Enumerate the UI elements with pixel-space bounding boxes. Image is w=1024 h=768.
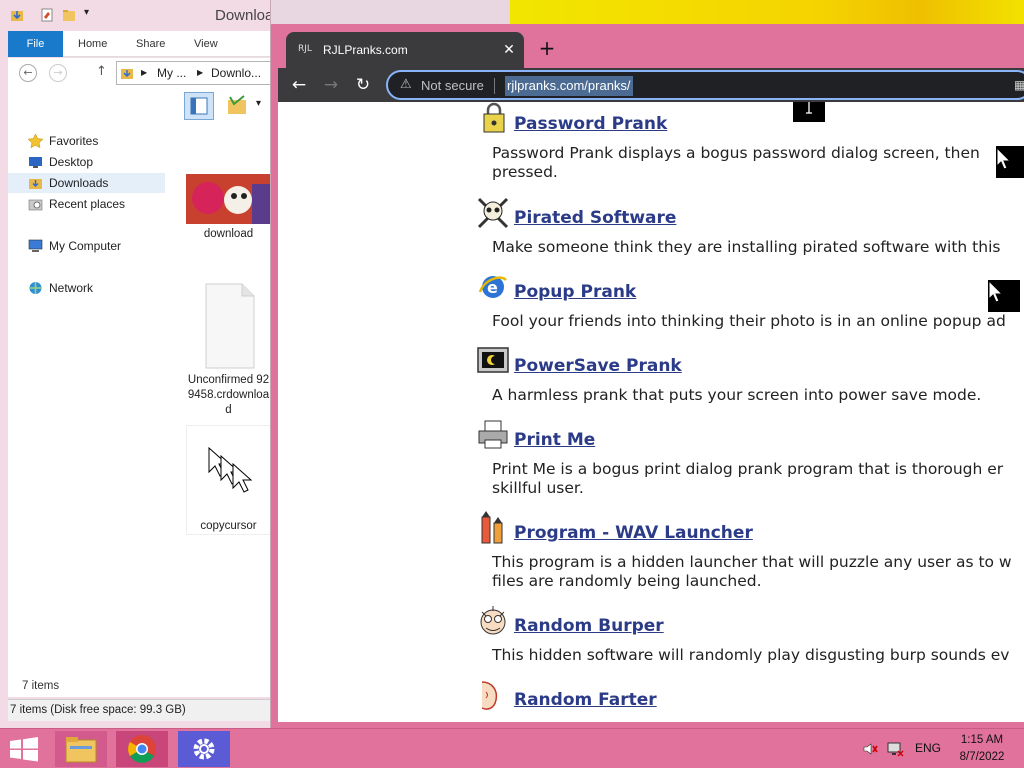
breadcrumb-separator-icon: ▶: [141, 68, 148, 77]
prank-description: Make someone think they are installing p…: [492, 238, 1001, 256]
new-tab-button[interactable]: +: [537, 38, 557, 58]
chrome-window: RJL RJLPranks.com ✕ + ← → ↻ ⚠ Not secure…: [271, 24, 1024, 728]
computer-icon: [28, 239, 43, 252]
prank-link-password[interactable]: Password Prank: [514, 114, 667, 134]
star-icon: [28, 134, 43, 148]
clock-date[interactable]: 8/7/2022: [955, 751, 1009, 763]
rocket-icon: [481, 511, 503, 544]
prank-description: Fool your friends into thinking their ph…: [492, 312, 1006, 330]
tab-close-icon[interactable]: ✕: [500, 41, 518, 59]
omnibox[interactable]: ⚠ Not secure rjlpranks.com/pranks/ ▦: [386, 70, 1024, 100]
file-list: download Unconfirmed 929458.crdownload c…: [180, 122, 270, 677]
status-disk-space: 7 items (Disk free space: 99.3 GB): [8, 699, 270, 721]
face-icon: [480, 606, 506, 635]
forward-arrow-icon[interactable]: →: [49, 64, 67, 82]
settings-gear-icon[interactable]: [178, 731, 230, 767]
tab-rjlpranks[interactable]: RJL RJLPranks.com ✕: [286, 32, 524, 70]
forward-icon[interactable]: →: [318, 72, 344, 98]
tab-file[interactable]: File: [8, 31, 63, 57]
breadcrumb-my-computer[interactable]: My ...: [157, 62, 186, 84]
back-icon[interactable]: ←: [286, 72, 312, 98]
cursor-overlay-box: [793, 102, 825, 122]
not-secure-label[interactable]: Not secure: [421, 78, 484, 93]
warning-icon[interactable]: ⚠: [400, 77, 412, 92]
preview-pane-icon[interactable]: [184, 92, 214, 120]
navigation-pane: Favorites Desktop Downloads Recent place…: [8, 122, 180, 677]
site-favicon-icon: RJL: [298, 44, 312, 54]
tab-view[interactable]: View: [194, 31, 218, 57]
clock-time[interactable]: 1:15 AM: [958, 734, 1006, 746]
breadcrumb-downloads[interactable]: Downlo...: [211, 62, 261, 84]
chrome-taskbar-icon[interactable]: [116, 731, 168, 767]
prank-link-random-farter[interactable]: Random Farter: [514, 690, 657, 710]
omnibox-divider: [494, 78, 495, 94]
back-arrow-icon[interactable]: ←: [19, 64, 37, 82]
recent-places-icon: [28, 199, 43, 211]
new-folder-icon[interactable]: [62, 8, 76, 22]
status-item-count: 7 items: [8, 677, 270, 697]
prank-link-pirated-software[interactable]: Pirated Software: [514, 208, 676, 228]
prank-link-wav-launcher[interactable]: Program - WAV Launcher: [514, 523, 753, 543]
page-content: Password Prank Password Prank displays a…: [278, 102, 1024, 722]
folder-icon: [121, 69, 133, 79]
nav-downloads[interactable]: Downloads: [8, 173, 165, 193]
network-icon: [29, 282, 42, 294]
file-item-copycursor[interactable]: copycursor: [186, 425, 270, 535]
folder-icon: [29, 179, 42, 189]
windows-start-icon[interactable]: [0, 731, 48, 767]
reload-icon[interactable]: ↻: [350, 72, 376, 98]
prank-description: A harmless prank that puts your screen i…: [492, 386, 982, 404]
speaker-muted-icon[interactable]: [862, 741, 878, 757]
blank-file-icon: [205, 283, 255, 369]
skull-icon: [477, 197, 509, 229]
explorer-titlebar[interactable]: ▾ Downloads ▬ □ ✖: [0, 0, 270, 30]
cursor-overlay-box: [996, 146, 1024, 178]
prank-description: This program is a hidden launcher that w…: [492, 553, 1012, 590]
url-text[interactable]: rjlpranks.com/pranks/: [505, 76, 633, 96]
up-arrow-icon[interactable]: ↑: [96, 64, 107, 79]
cursor-icon: [208, 446, 253, 493]
folder-down-icon[interactable]: [10, 8, 24, 22]
explorer-title: Downloads: [215, 7, 270, 24]
ribbon-tabs: File Home Share View: [8, 31, 270, 57]
folder-options-icon[interactable]: [226, 94, 248, 116]
monitor-icon: [477, 347, 509, 373]
tab-title: RJLPranks.com: [323, 43, 408, 57]
printer-icon: [478, 420, 508, 449]
desktop-icon: [29, 157, 42, 168]
prank-link-print-me[interactable]: Print Me: [514, 430, 595, 450]
prank-description: This hidden software will randomly play …: [492, 646, 1010, 664]
lock-icon: [483, 102, 505, 133]
desktop-wallpaper: [510, 0, 1024, 24]
image-thumbnail-icon: [186, 174, 270, 224]
prank-description: Print Me is a bogus print dialog prank p…: [492, 460, 1004, 497]
chevron-down-icon[interactable]: ▾: [256, 98, 261, 109]
page-action-icon[interactable]: ▦: [1014, 78, 1024, 94]
breadcrumb-separator-icon: ▶: [197, 68, 204, 77]
tab-strip: RJL RJLPranks.com ✕ +: [271, 24, 1024, 70]
prank-link-random-burper[interactable]: Random Burper: [514, 616, 664, 636]
file-explorer-window: ▾ Downloads ▬ □ ✖ File Home Share View ←…: [0, 0, 271, 728]
file-item-download[interactable]: download: [186, 174, 270, 242]
properties-icon[interactable]: [40, 8, 54, 22]
prank-link-powersave[interactable]: PowerSave Prank: [514, 356, 682, 376]
address-bar[interactable]: ▶ My ... ▶ Downlo...: [116, 61, 270, 85]
cursor-overlay-box: [988, 279, 1020, 312]
file-explorer-taskbar-icon[interactable]: [55, 731, 107, 767]
farter-icon: [481, 681, 498, 710]
ie-icon: e: [478, 276, 507, 298]
language-indicator[interactable]: ENG: [915, 741, 941, 755]
explorer-navigation-bar: ← → ↑ ▶ My ... ▶ Downlo...: [8, 58, 270, 88]
tab-share[interactable]: Share: [136, 31, 165, 57]
browser-toolbar: ← → ↻ ⚠ Not secure rjlpranks.com/pranks/…: [278, 68, 1024, 102]
taskbar: ENG 1:15 AM 8/7/2022: [0, 728, 1024, 768]
tab-home[interactable]: Home: [78, 31, 107, 57]
customize-toolbar-icon[interactable]: ▾: [84, 7, 89, 18]
prank-link-popup[interactable]: Popup Prank: [514, 282, 636, 302]
network-status-icon[interactable]: [886, 741, 904, 757]
prank-description: Password Prank displays a bogus password…: [492, 144, 980, 181]
explorer-view-toolbar: ▾: [8, 88, 270, 122]
file-item-crdownload[interactable]: Unconfirmed 929458.crdownload: [186, 282, 270, 418]
